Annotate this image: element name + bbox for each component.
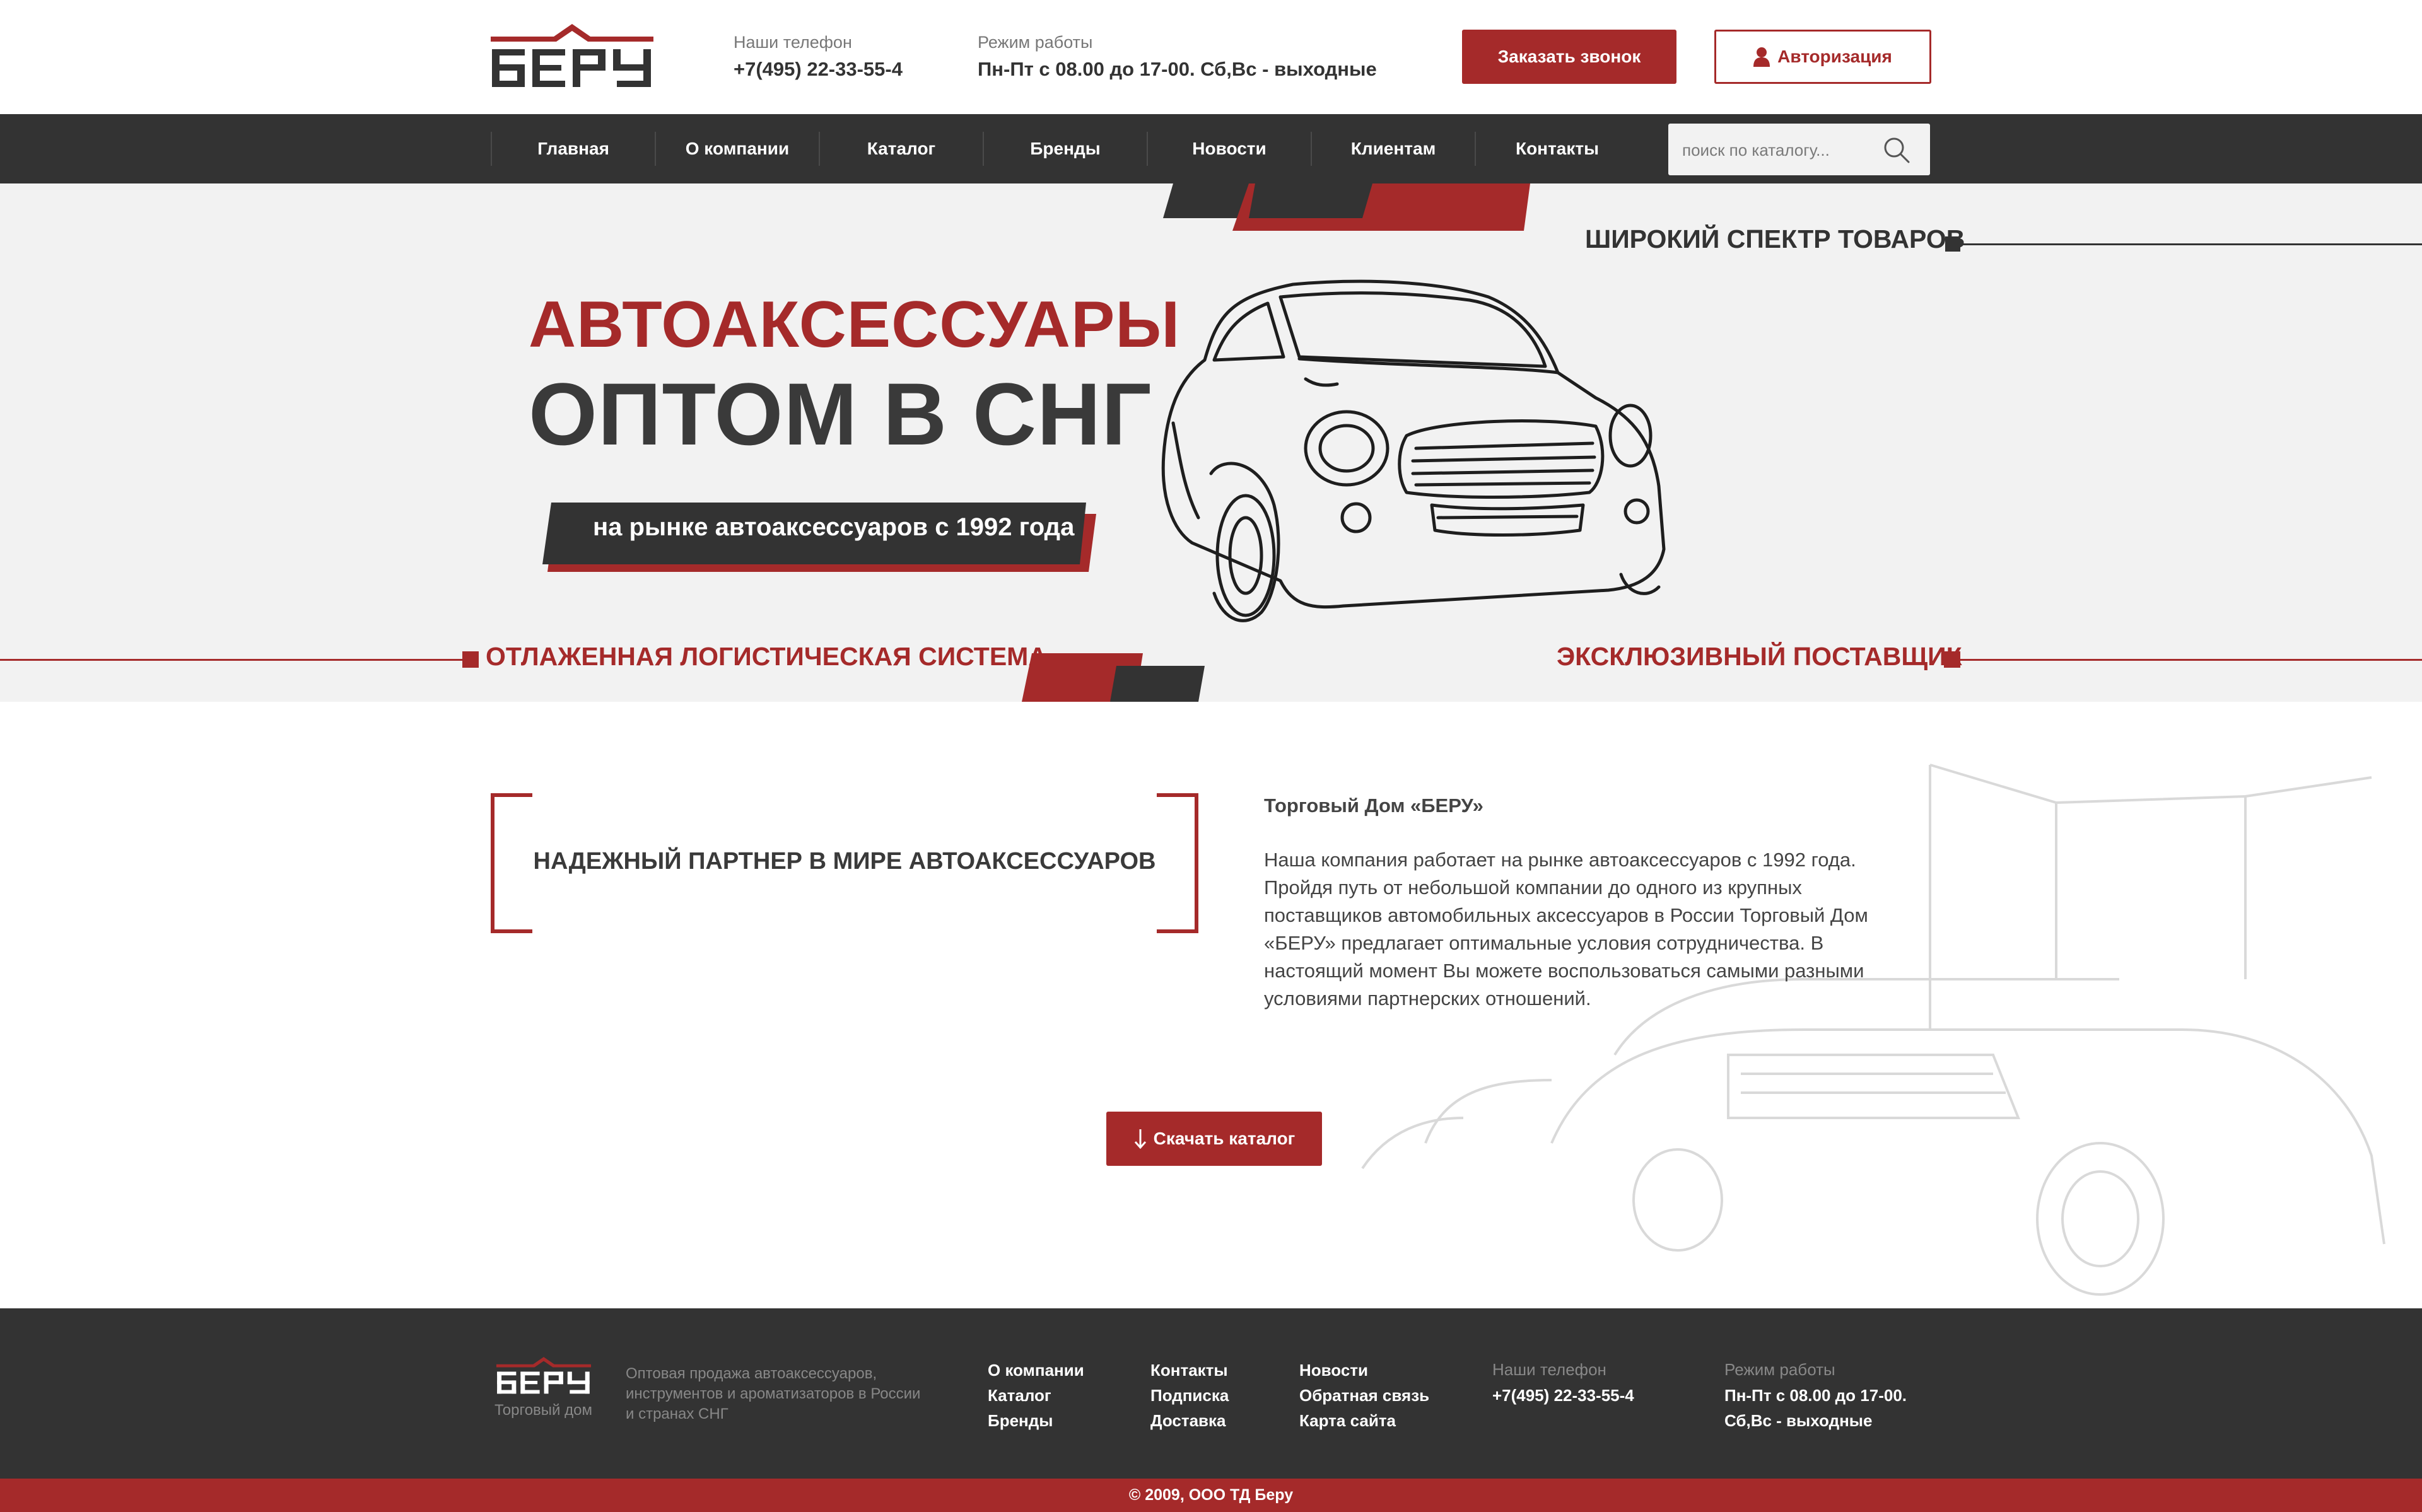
footer-phone-label: Наши телефон — [1492, 1360, 1606, 1379]
footer-col-2: Контакты Подписка Доставка — [1150, 1358, 1229, 1433]
footer-col-1: О компании Каталог Бренды — [988, 1358, 1084, 1433]
footer-link-brands[interactable]: Бренды — [988, 1408, 1084, 1433]
footer-hours-line1: Пн-Пт с 08.00 до 17-00. — [1724, 1386, 1907, 1405]
copyright-bar: © 2009, ООО ТД Беру — [0, 1479, 2422, 1512]
hours-label: Режим работы — [978, 33, 1093, 52]
phone-label: Наши телефон — [734, 33, 852, 52]
nav-item-clients[interactable]: Клиентам — [1312, 114, 1475, 183]
main-nav: Главная О компании Каталог Бренды Новост… — [0, 114, 2422, 183]
hero-title-line1: АВТОАКСЕССУАРЫ — [529, 288, 1181, 361]
footer-link-delivery[interactable]: Доставка — [1150, 1408, 1229, 1433]
site-footer: Торговый дом Оптовая продажа автоаксессу… — [0, 1308, 2422, 1479]
tag-bullet — [1945, 236, 1960, 252]
phone-value[interactable]: +7(495) 22-33-55-4 — [734, 58, 903, 81]
tag-wide-range: ШИРОКИЙ СПЕКТР ТОВАРОВ — [1585, 224, 1965, 253]
login-button-label: Авторизация — [1777, 47, 1892, 66]
search-box — [1668, 124, 1930, 177]
site-header: Наши телефон +7(495) 22-33-55-4 Режим ра… — [0, 0, 2422, 114]
tag-exclusive: ЭКСКЛЮЗИВНЫЙ ПОСТАВЩИК — [1557, 642, 1962, 671]
arrow-down-icon — [1134, 1129, 1146, 1149]
copyright-text: © 2009, ООО ТД Беру — [1128, 1486, 1294, 1504]
user-icon — [1753, 47, 1770, 67]
footer-hours-line2: Сб,Вс - выходные — [1724, 1411, 1873, 1430]
footer-logo-caption: Торговый дом — [494, 1402, 592, 1419]
tag-logistics: ОТЛАЖЕННАЯ ЛОГИСТИЧЕСКАЯ СИСТЕМА — [486, 642, 1047, 671]
footer-description: Оптовая продажа автоаксессуаров, инструм… — [626, 1365, 921, 1422]
hero-banner: ШИРОКИЙ СПЕКТР ТОВАРОВ АВТОАКСЕССУАРЫ ОП… — [0, 183, 2422, 702]
footer-col-3: Новости Обратная связь Карта сайта — [1299, 1358, 1429, 1433]
about-title: Торговый Дом «БЕРУ» — [1264, 794, 1483, 817]
callback-button[interactable]: Заказать звонок — [1462, 30, 1676, 84]
slogan-text: НАДЕЖНЫЙ ПАРТНЕР В МИРЕ АВТОАКСЕССУАРОВ — [533, 848, 1156, 875]
login-button[interactable]: Авторизация — [1714, 30, 1931, 84]
logo-mark — [491, 24, 653, 87]
nav-item-news[interactable]: Новости — [1148, 114, 1311, 183]
logo[interactable] — [491, 23, 653, 92]
nav-item-about[interactable]: О компании — [656, 114, 819, 183]
footer-link-contacts[interactable]: Контакты — [1150, 1358, 1229, 1383]
callback-button-label: Заказать звонок — [1497, 47, 1641, 66]
footer-link-subscribe[interactable]: Подписка — [1150, 1383, 1229, 1408]
search-input[interactable] — [1681, 124, 1885, 177]
footer-link-feedback[interactable]: Обратная связь — [1299, 1383, 1429, 1408]
search-icon[interactable] — [1883, 136, 1910, 164]
hero-title-line2: ОПТОМ В СНГ — [529, 364, 1152, 463]
tag-bullet — [462, 651, 479, 668]
download-catalog-button[interactable]: Скачать каталог — [1106, 1112, 1322, 1166]
car-illustration — [1161, 279, 1666, 622]
footer-link-sitemap[interactable]: Карта сайта — [1299, 1408, 1429, 1433]
hero-ribbon-text: на рынке автоаксессуаров с 1992 года — [593, 513, 1075, 541]
about-text: Наша компания работает на рынке автоаксе… — [1264, 849, 1868, 1009]
nav-item-contacts[interactable]: Контакты — [1476, 114, 1639, 183]
hours-value: Пн-Пт с 08.00 до 17-00. Сб,Вс - выходные — [978, 58, 1377, 80]
footer-link-catalog[interactable]: Каталог — [988, 1383, 1084, 1408]
nav-item-catalog[interactable]: Каталог — [820, 114, 983, 183]
tag-line — [1960, 243, 2422, 245]
hero-decor-bottom — [1022, 653, 1205, 702]
tag-line — [0, 659, 462, 661]
footer-hours-label: Режим работы — [1724, 1360, 1835, 1379]
footer-phone-value[interactable]: +7(495) 22-33-55-4 — [1492, 1386, 1634, 1405]
nav-item-home[interactable]: Главная — [492, 114, 655, 183]
tag-line — [1960, 659, 2422, 661]
slogan-bracket-right — [1157, 793, 1198, 933]
footer-link-about[interactable]: О компании — [988, 1358, 1084, 1383]
nav-item-brands[interactable]: Бренды — [984, 114, 1147, 183]
footer-logo[interactable] — [493, 1356, 594, 1397]
footer-link-news[interactable]: Новости — [1299, 1358, 1429, 1383]
tag-bullet — [1944, 651, 1960, 668]
download-catalog-label: Скачать каталог — [1153, 1129, 1296, 1148]
hero-decor-top — [1163, 183, 1530, 231]
slogan-bracket-left — [491, 793, 532, 933]
